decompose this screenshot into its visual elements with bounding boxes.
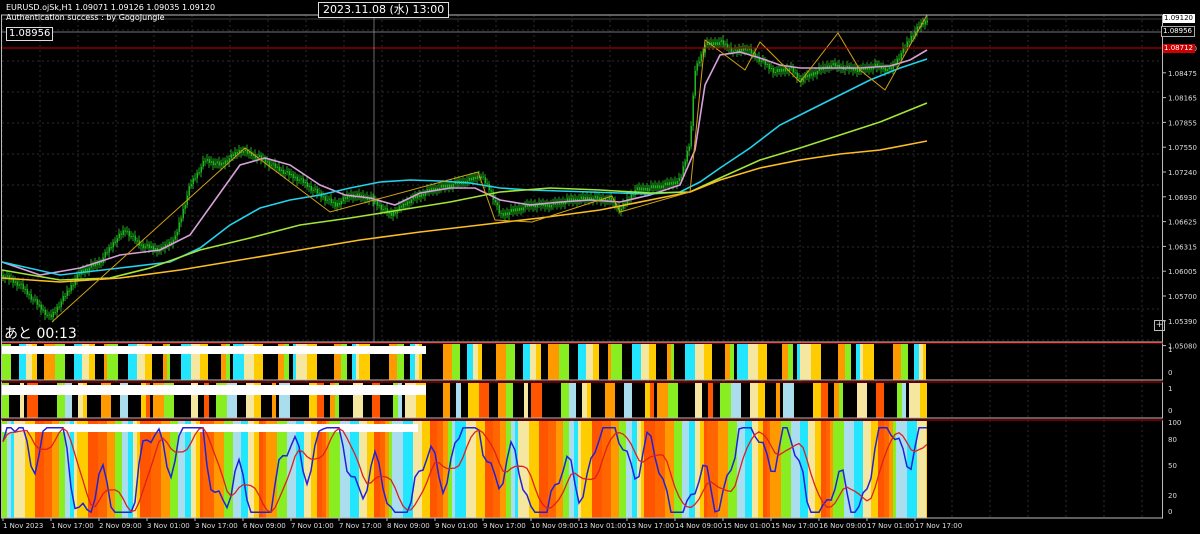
price-axis-label: 1.06315 [1168, 243, 1197, 251]
price-axis-label: 1.08475 [1168, 70, 1197, 78]
price-axis-label: 1.07240 [1168, 169, 1197, 177]
crosshair-price-box: 1.08956 [6, 27, 54, 41]
time-axis-label: 2 Nov 09:00 [99, 522, 142, 530]
subpanel-scale-label: 1 [1168, 385, 1172, 393]
overlay-bar-3 [2, 424, 418, 432]
subpanel-scale-label: 0 [1168, 508, 1172, 516]
time-axis-label: 9 Nov 17:00 [483, 522, 526, 530]
crosshair-price-tag: 1.08956 [1161, 26, 1195, 37]
price-axis-label: 1.05700 [1168, 293, 1197, 301]
subpanel-scale-label: 0 [1168, 369, 1172, 377]
subpanel-scale-label: 50 [1168, 462, 1177, 470]
time-axis-label: 9 Nov 01:00 [435, 522, 478, 530]
overlay-bar-2 [2, 385, 426, 395]
time-axis-label: 6 Nov 09:00 [243, 522, 286, 530]
line-price-tag: 1.08712 [1163, 44, 1195, 53]
subpanel-scale-label: 0 [1168, 407, 1172, 415]
subpanel-scale-label: 100 [1168, 419, 1181, 427]
time-axis-label: 3 Nov 01:00 [147, 522, 190, 530]
symbol-info: EURUSD.ojSk,H1 1.09071 1.09126 1.09035 1… [6, 3, 216, 12]
ma-slow-line [1, 102, 928, 281]
price-axis-label: 1.06930 [1168, 194, 1197, 202]
price-axis-label: 1.05390 [1168, 318, 1197, 326]
bar-countdown: あと 00:13 [4, 326, 77, 342]
overlay-bar-1 [2, 346, 426, 354]
ma-long-line [1, 140, 928, 283]
current-price-tag: 1.09120 [1163, 14, 1195, 23]
price-axis-label: 1.07855 [1168, 119, 1197, 127]
auth-status: Authentication success : by GogoJungle [6, 13, 165, 22]
time-axis-label: 10 Nov 09:00 [531, 522, 578, 530]
time-axis-label: 15 Nov 01:00 [723, 522, 770, 530]
time-axis-label: 13 Nov 17:00 [627, 522, 674, 530]
time-axis-label: 15 Nov 17:00 [771, 522, 818, 530]
time-axis-label: 17 Nov 01:00 [867, 522, 914, 530]
time-axis-label: 7 Nov 17:00 [339, 522, 382, 530]
price-axis-label: 1.06625 [1168, 219, 1197, 227]
time-axis-label: 13 Nov 01:00 [579, 522, 626, 530]
crosshair-time-box: 2023.11.08 (水) 13:00 [318, 2, 450, 18]
chart-window[interactable]: 1.087801.084751.081651.078551.075501.072… [0, 0, 1200, 534]
subpanel-scale-label: 1 [1168, 346, 1172, 354]
time-axis-label: 14 Nov 09:00 [675, 522, 722, 530]
time-axis-label: 7 Nov 01:00 [291, 522, 334, 530]
time-axis-label: 17 Nov 17:00 [915, 522, 962, 530]
zoom-in-icon[interactable]: + [1154, 320, 1165, 331]
time-axis-label: 16 Nov 09:00 [819, 522, 866, 530]
candles [2, 15, 928, 323]
price-axis-label: 1.07550 [1168, 144, 1197, 152]
time-axis-label: 3 Nov 17:00 [195, 522, 238, 530]
time-axis-label: 8 Nov 09:00 [387, 522, 430, 530]
time-axis-label: 1 Nov 17:00 [51, 522, 94, 530]
subpanel-scale-label: 80 [1168, 436, 1177, 444]
main-panel-frame [1, 14, 1163, 343]
subpanel-scale-label: 20 [1168, 492, 1177, 500]
price-axis-label: 1.08165 [1168, 95, 1197, 103]
price-axis-label: 1.06005 [1168, 268, 1197, 276]
time-axis-label: 1 Nov 2023 [3, 522, 43, 530]
